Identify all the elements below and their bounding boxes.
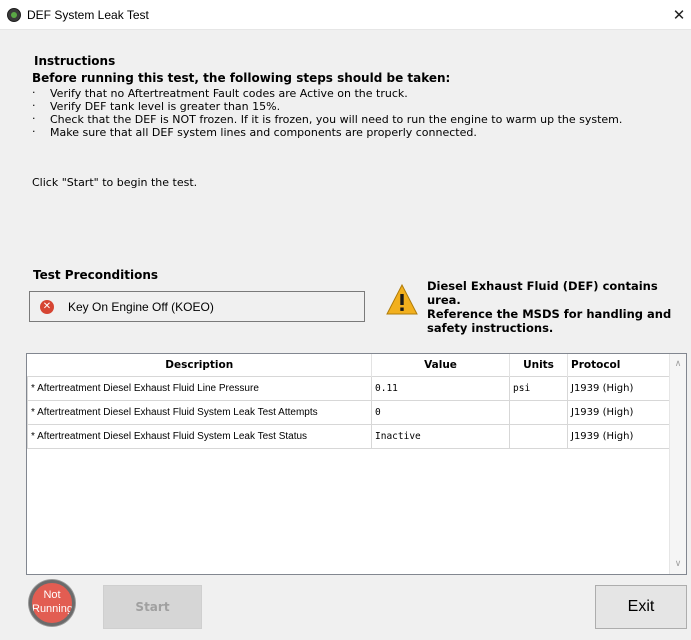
- warning-line: Diesel Exhaust Fluid (DEF) contains urea…: [427, 279, 658, 307]
- cell-description: * Aftertreatment Diesel Exhaust Fluid Sy…: [27, 399, 372, 425]
- parameters-grid[interactable]: Description Value Units Protocol * After…: [26, 353, 687, 575]
- instruction-step: · Verify DEF tank level is greater than 1…: [32, 99, 622, 113]
- instructions-heading: Instructions: [34, 54, 116, 68]
- title-bar: DEF System Leak Test ✕: [0, 0, 691, 30]
- table-row[interactable]: * Aftertreatment Diesel Exhaust Fluid Sy…: [27, 423, 672, 449]
- column-header-value[interactable]: Value: [371, 354, 510, 376]
- exit-button[interactable]: Exit: [595, 585, 687, 629]
- scroll-up-icon[interactable]: ∧: [670, 357, 686, 371]
- cell-units: [509, 423, 568, 449]
- instruction-step: · Verify that no Aftertreatment Fault cod…: [32, 86, 622, 100]
- cell-units: psi: [509, 375, 568, 401]
- app-logo-icon: [7, 8, 21, 22]
- instruction-step: · Make sure that all DEF system lines and…: [32, 125, 622, 139]
- warning-line: safety instructions.: [427, 321, 554, 335]
- bullet-icon: ·: [32, 99, 36, 112]
- bullet-icon: ·: [32, 125, 36, 138]
- close-window-button[interactable]: ✕: [667, 0, 691, 30]
- status-line: Running: [32, 603, 73, 615]
- error-x-icon: ✕: [40, 300, 54, 314]
- precondition-item: ✕ Key On Engine Off (KOEO): [29, 291, 365, 322]
- table-row[interactable]: * Aftertreatment Diesel Exhaust Fluid Li…: [27, 375, 672, 401]
- def-warning-text: Diesel Exhaust Fluid (DEF) contains urea…: [427, 279, 687, 335]
- instruction-step: · Check that the DEF is NOT frozen. If it…: [32, 112, 623, 126]
- precondition-label: Key On Engine Off (KOEO): [68, 300, 214, 314]
- cell-description: * Aftertreatment Diesel Exhaust Fluid Li…: [27, 375, 372, 401]
- test-status-indicator: Not Running: [29, 580, 75, 626]
- instruction-steps-list: · Verify that no Aftertreatment Fault cod…: [32, 86, 623, 139]
- cell-units: [509, 399, 568, 425]
- bullet-icon: ·: [32, 112, 36, 125]
- instructions-subheading: Before running this test, the following …: [32, 71, 451, 85]
- instruction-step-text: Check that the DEF is NOT frozen. If it …: [50, 113, 623, 126]
- window-title: DEF System Leak Test: [27, 8, 149, 22]
- column-header-description[interactable]: Description: [27, 354, 372, 376]
- cell-description: * Aftertreatment Diesel Exhaust Fluid Sy…: [27, 423, 372, 449]
- cell-protocol: J1939 (High): [567, 375, 672, 401]
- bullet-icon: ·: [32, 86, 36, 99]
- cell-protocol: J1939 (High): [567, 399, 672, 425]
- scroll-down-icon[interactable]: ∨: [670, 557, 686, 571]
- warning-line: Reference the MSDS for handling and: [427, 307, 672, 321]
- parameters-table: Description Value Units Protocol * After…: [27, 354, 672, 449]
- instruction-step-text: Verify DEF tank level is greater than 15…: [50, 100, 281, 113]
- click-start-hint: Click "Start" to begin the test.: [32, 176, 198, 189]
- instruction-step-text: Verify that no Aftertreatment Fault code…: [50, 87, 408, 100]
- cell-protocol: J1939 (High): [567, 423, 672, 449]
- preconditions-heading: Test Preconditions: [33, 268, 159, 282]
- table-row[interactable]: * Aftertreatment Diesel Exhaust Fluid Sy…: [27, 399, 672, 425]
- column-header-protocol[interactable]: Protocol: [567, 354, 672, 376]
- instruction-step-text: Make sure that all DEF system lines and …: [50, 126, 477, 139]
- cell-value: 0.11: [371, 375, 510, 401]
- vertical-scrollbar[interactable]: ∧ ∨: [669, 354, 686, 574]
- cell-value: 0: [371, 399, 510, 425]
- table-header-row: Description Value Units Protocol: [27, 354, 672, 376]
- column-header-units[interactable]: Units: [509, 354, 568, 376]
- start-button[interactable]: Start: [103, 585, 202, 629]
- warning-triangle-icon: [386, 283, 418, 315]
- cell-value: Inactive: [371, 423, 510, 449]
- status-line: Not: [43, 589, 61, 601]
